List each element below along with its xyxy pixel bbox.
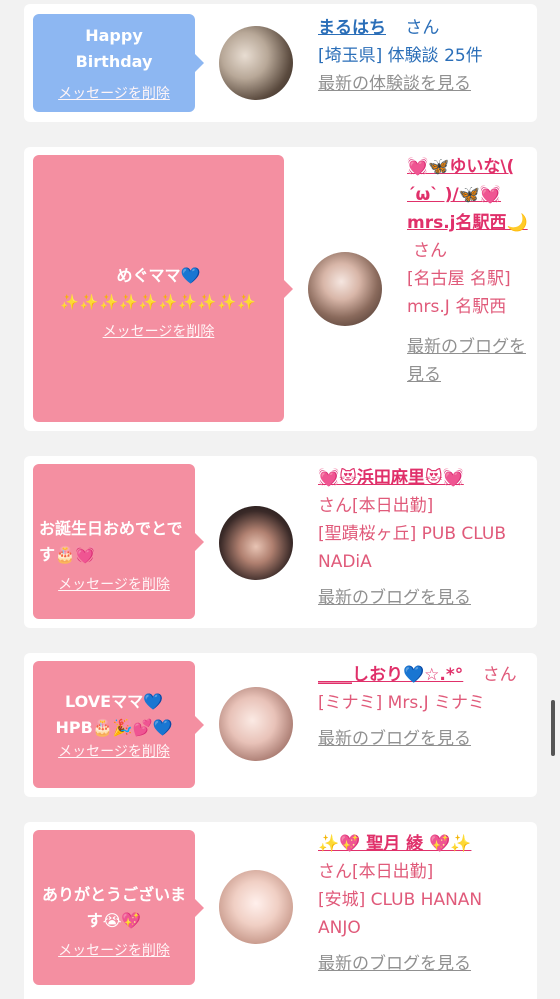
user-info: 💓😻浜田麻里😻💓 さん[本日出勤] [聖蹟桜ヶ丘] PUB CLUB NADiA… (318, 464, 530, 612)
message-bubble: Happy Birthday メッセージを削除 (33, 14, 204, 112)
message-text: めぐママ💙 (117, 237, 201, 289)
user-name-link[interactable]: 💓😻浜田麻里😻💓 (318, 468, 464, 488)
honorific-status: さん[本日出勤] (318, 496, 434, 516)
avatar[interactable] (308, 252, 382, 326)
message-bubble: めぐママ💙 ✨✨✨✨✨✨✨✨✨✨ メッセージを削除 (33, 155, 293, 422)
user-name-link[interactable]: まるはち (318, 18, 386, 38)
message-bubble: LOVEママ💙 HPB🎂🎉💕💙 メッセージを削除 (33, 661, 204, 788)
message-bubble: お誕生日おめでとです🎂💓 メッセージを削除 (33, 464, 204, 619)
honorific-status: さん[本日出勤] (318, 862, 434, 882)
birthday-card: お誕生日おめでとです🎂💓 メッセージを削除 💓😻浜田麻里😻💓 さん[本日出勤] … (24, 456, 537, 628)
message-text-main: めぐママ (116, 265, 181, 285)
avatar[interactable] (219, 26, 293, 100)
cake-heart-icon: 🎂💓 (55, 544, 95, 564)
avatar[interactable] (219, 506, 293, 580)
blue-heart-icon: 💙 (180, 265, 201, 285)
latest-blog-link[interactable]: 最新のブログを見る (318, 584, 530, 612)
user-meta: [埼玉県] 体験談 25件 (318, 46, 483, 66)
latest-reviews-link[interactable]: 最新の体験談を見る (318, 70, 530, 98)
user-info: ____しおり💙☆.*° さん [ミナミ] Mrs.J ミナミ 最新のブログを見… (318, 661, 530, 753)
delete-message-link[interactable]: メッセージを削除 (103, 323, 215, 341)
birthday-card: Happy Birthday メッセージを削除 まるはち さん [埼玉県] 体験… (24, 4, 537, 122)
birthday-card: めぐママ💙 ✨✨✨✨✨✨✨✨✨✨ メッセージを削除 💓🦋ゆいな\( ´ω` )/… (24, 147, 537, 431)
user-info: まるはち さん [埼玉県] 体験談 25件 最新の体験談を見る (318, 14, 530, 98)
honorific: さん (413, 241, 447, 261)
latest-blog-link[interactable]: 最新のブログを見る (318, 725, 530, 753)
message-text: LOVEママ💙 HPB🎂🎉💕💙 (55, 691, 173, 737)
scrollbar[interactable] (551, 700, 555, 756)
avatar[interactable] (219, 870, 293, 944)
user-meta: [安城] CLUB HANAN ANJO (318, 890, 483, 938)
user-name-link[interactable]: ____しおり💙☆.*° (318, 665, 463, 685)
message-text: ありがとうございます😭💖 (39, 856, 189, 934)
avatar[interactable] (219, 687, 293, 761)
user-meta: [ミナミ] Mrs.J ミナミ (318, 693, 486, 713)
user-name-link[interactable]: 💓🦋ゆいな\( ´ω` )/🦋💓mrs.j名駅西🌙 (407, 157, 528, 233)
honorific: さん (482, 665, 517, 685)
message-bubble: ありがとうございます😭💖 メッセージを削除 (33, 830, 204, 985)
sparkles-icon: ✨✨✨✨✨✨✨✨✨✨ (60, 292, 257, 311)
user-meta: [名古屋 名駅] mrs.J 名駅西 (407, 269, 511, 317)
birthday-card: ありがとうございます😭💖 メッセージを削除 ✨💖 聖月 綾 💖✨ さん[本日出勤… (24, 822, 537, 999)
honorific: さん (405, 18, 440, 38)
delete-message-link[interactable]: メッセージを削除 (58, 576, 170, 594)
birthday-card: LOVEママ💙 HPB🎂🎉💕💙 メッセージを削除 ____しおり💙☆.*° さん… (24, 653, 537, 797)
message-text: お誕生日おめでとです🎂💓 (39, 490, 189, 568)
latest-blog-link[interactable]: 最新のブログを見る (407, 333, 531, 389)
user-meta: [聖蹟桜ヶ丘] PUB CLUB NADiA (318, 524, 507, 572)
latest-blog-link[interactable]: 最新のブログを見る (318, 950, 530, 978)
user-info: ✨💖 聖月 綾 💖✨ さん[本日出勤] [安城] CLUB HANAN ANJO… (318, 830, 530, 978)
user-name-link[interactable]: ✨💖 聖月 綾 💖✨ (318, 834, 471, 854)
user-info: 💓🦋ゆいな\( ´ω` )/🦋💓mrs.j名駅西🌙 さん [名古屋 名駅] mr… (407, 153, 531, 389)
message-text: Happy Birthday (75, 26, 153, 71)
crying-heart-icon: 😭💖 (102, 910, 142, 930)
delete-message-link[interactable]: メッセージを削除 (58, 743, 170, 761)
delete-message-link[interactable]: メッセージを削除 (58, 85, 170, 103)
delete-message-link[interactable]: メッセージを削除 (58, 942, 170, 960)
